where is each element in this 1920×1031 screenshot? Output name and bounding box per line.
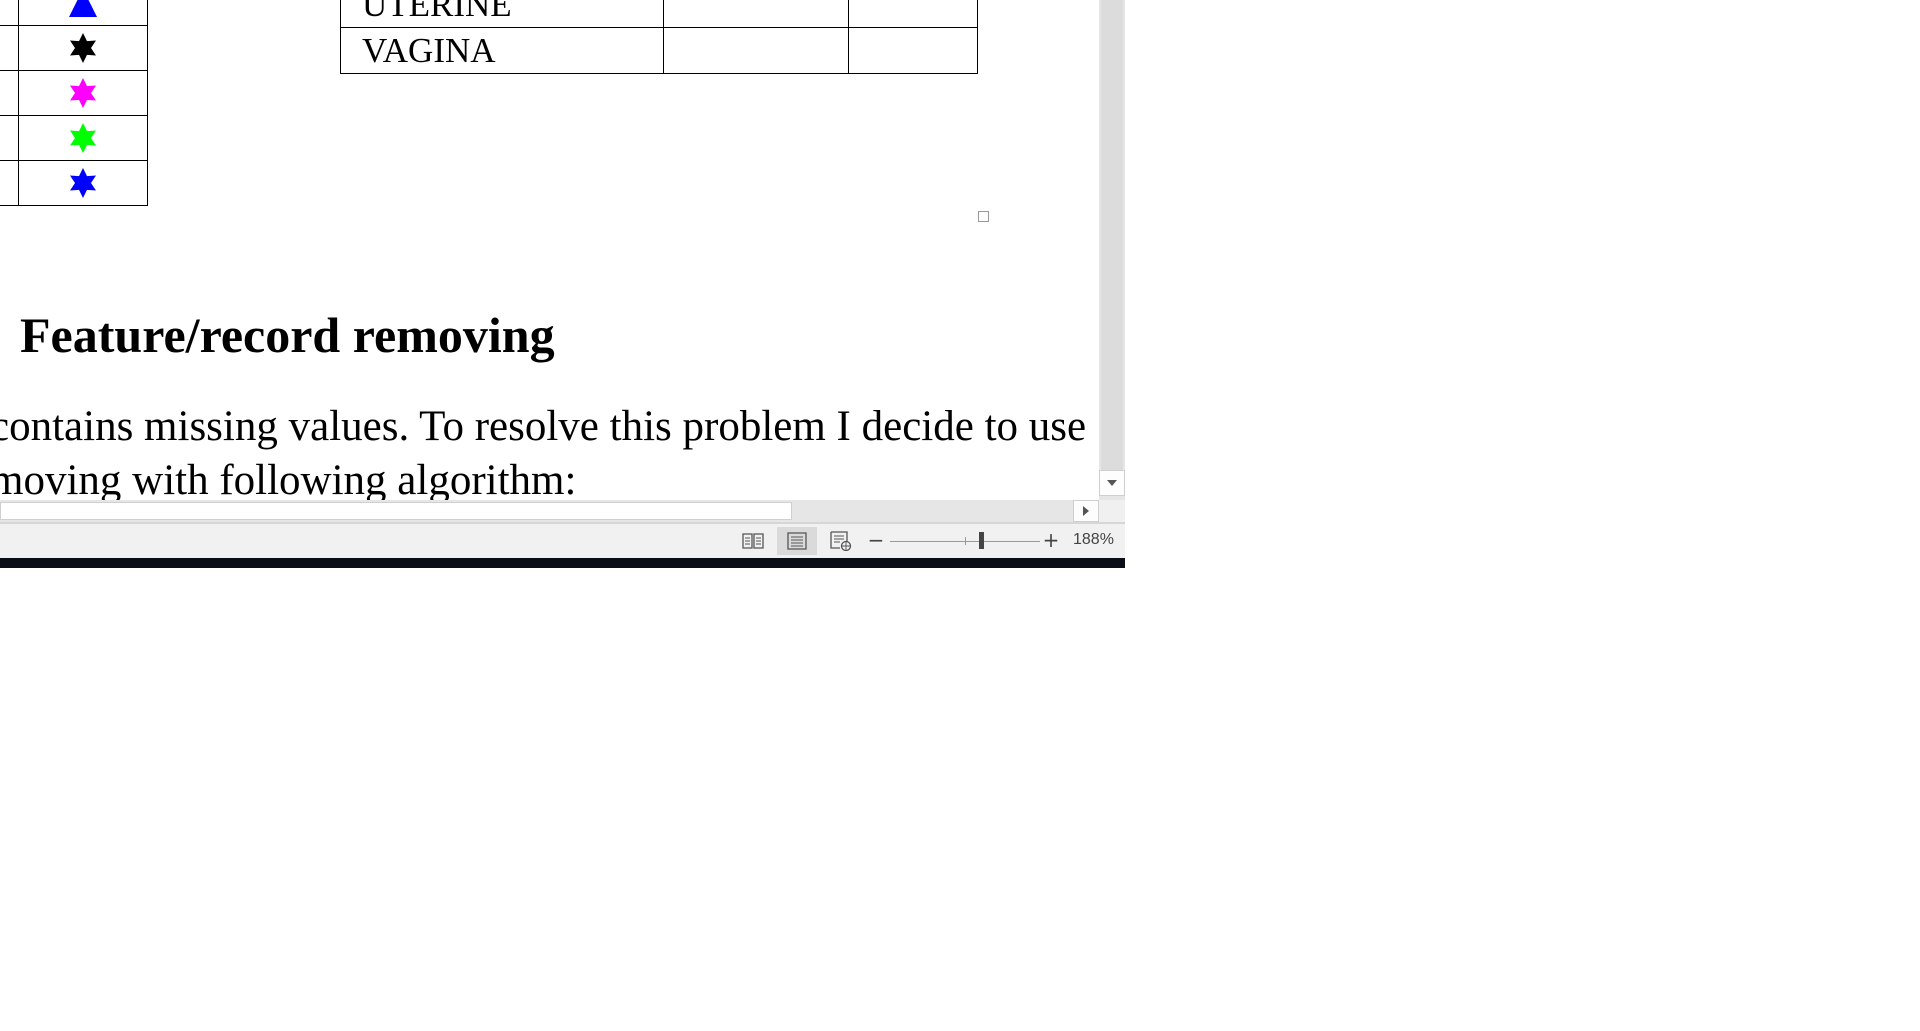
empty-cell[interactable] xyxy=(848,0,978,28)
empty-cell[interactable] xyxy=(0,160,19,206)
taskbar xyxy=(0,558,1125,568)
symbol-table xyxy=(0,0,148,206)
symbol-cell[interactable] xyxy=(18,0,148,26)
star-marker-icon xyxy=(70,78,96,108)
vertical-scrollbar[interactable] xyxy=(1099,0,1125,500)
horizontal-scroll-thumb[interactable] xyxy=(0,502,792,520)
print-layout-button[interactable] xyxy=(777,527,817,555)
horizontal-scrollbar[interactable] xyxy=(0,500,1099,522)
scroll-right-button[interactable] xyxy=(1073,500,1099,522)
print-layout-icon xyxy=(787,532,807,550)
empty-cell[interactable] xyxy=(0,0,19,26)
empty-cell[interactable] xyxy=(0,70,19,116)
vertical-scroll-thumb[interactable] xyxy=(1101,0,1123,470)
chevron-right-icon xyxy=(1083,506,1089,516)
triangle-marker-icon xyxy=(69,0,97,17)
status-bar: − + 188% xyxy=(0,522,1125,558)
object-resize-handle[interactable] xyxy=(978,211,989,222)
zoom-out-button[interactable]: − xyxy=(866,529,886,551)
class-name-cell[interactable]: VAGINA xyxy=(340,27,664,74)
class-table: UTERINE VAGINA xyxy=(340,0,978,74)
symbol-cell[interactable] xyxy=(18,70,148,116)
symbol-cell[interactable] xyxy=(18,115,148,161)
empty-cell[interactable] xyxy=(0,115,19,161)
table-row xyxy=(0,70,148,116)
star-marker-icon xyxy=(70,33,96,63)
symbol-cell[interactable] xyxy=(18,25,148,71)
read-mode-button[interactable] xyxy=(733,527,773,555)
star-marker-icon xyxy=(70,168,96,198)
table-row xyxy=(0,160,148,206)
table-row xyxy=(0,25,148,71)
zoom-slider-thumb[interactable] xyxy=(979,532,984,549)
scroll-down-button[interactable] xyxy=(1099,470,1125,496)
chevron-down-icon xyxy=(1107,480,1117,486)
zoom-level[interactable]: 188% xyxy=(1073,529,1114,551)
empty-cell[interactable] xyxy=(663,27,849,74)
scrollbar-corner xyxy=(1099,500,1125,522)
paragraph-line: moving with following algorithm: xyxy=(0,457,577,500)
star-marker-icon xyxy=(70,123,96,153)
table-row: UTERINE xyxy=(340,0,978,28)
table-row xyxy=(0,115,148,161)
class-name-cell[interactable]: UTERINE xyxy=(340,0,664,28)
zoom-in-button[interactable]: + xyxy=(1041,529,1061,551)
empty-cell[interactable] xyxy=(848,27,978,74)
web-layout-button[interactable] xyxy=(821,527,861,555)
section-heading: Feature/record removing xyxy=(20,307,555,363)
document-canvas[interactable]: UTERINE VAGINA Feature/record removing c… xyxy=(0,0,1099,500)
zoom-slider-center-tick xyxy=(965,537,966,545)
word-window: UTERINE VAGINA Feature/record removing c… xyxy=(0,0,1125,568)
read-mode-icon xyxy=(742,533,764,549)
table-row xyxy=(0,0,148,26)
paragraph-line: contains missing values. To resolve this… xyxy=(0,403,1087,450)
body-paragraph: contains missing values. To resolve this… xyxy=(0,400,1086,500)
symbol-cell[interactable] xyxy=(18,160,148,206)
table-row: VAGINA xyxy=(340,27,978,74)
empty-cell[interactable] xyxy=(0,25,19,71)
empty-cell[interactable] xyxy=(663,0,849,28)
web-layout-icon xyxy=(830,531,852,551)
